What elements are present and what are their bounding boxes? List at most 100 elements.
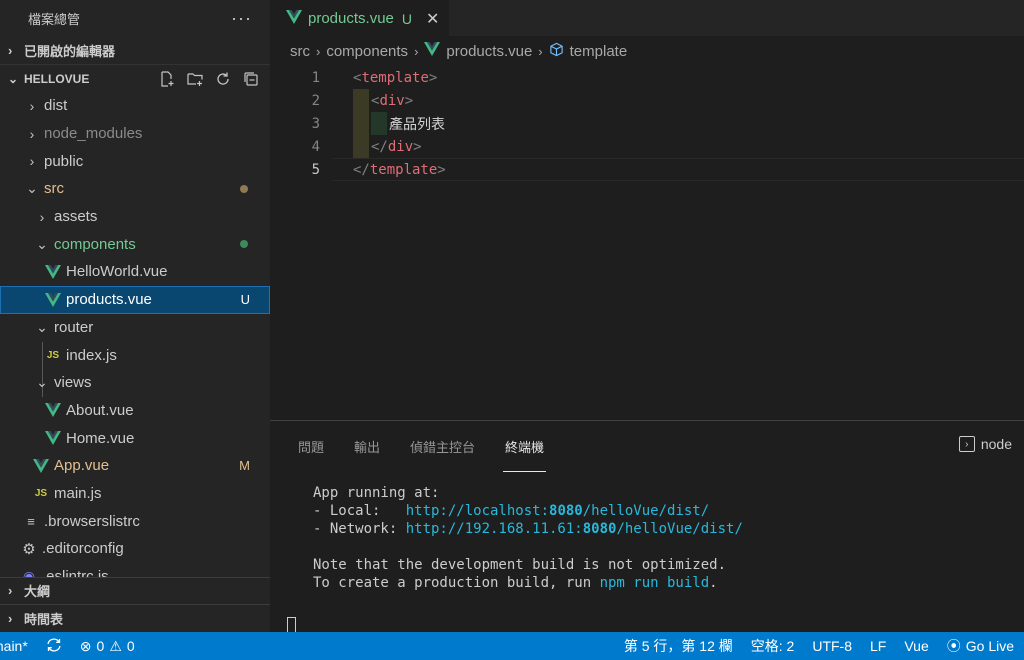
new-file-icon[interactable] [158,70,176,88]
cursor-position[interactable]: 第 5 行，第 12 欄 [624,636,733,656]
problems-summary[interactable]: ⊗ 0 ⚠ 0 [80,638,135,655]
outline-section[interactable]: › 大綱 [0,577,270,603]
tree-item-label: .browserslistrc [44,512,140,530]
untracked-dot [240,240,248,249]
tab-products-vue[interactable]: products.vue U ✕ [270,0,450,36]
tree-item-label: router [54,318,94,336]
terminal-line: App running at: [313,485,440,501]
vue-file-icon [44,264,62,279]
tree-item-app-vue[interactable]: App.vue M [0,452,270,480]
tree-item-label: About.vue [66,401,134,419]
chevron-right-icon: › [316,43,321,59]
language-mode[interactable]: Vue [904,638,928,654]
chevron-down-icon: ⌄ [26,180,38,197]
tree-item-assets[interactable]: › assets [0,203,270,231]
chevron-right-icon: › [8,611,13,626]
breadcrumb-item[interactable]: template [570,43,628,60]
tree-item-label: Home.vue [66,429,135,447]
collapse-all-icon[interactable] [242,70,260,88]
project-section[interactable]: ⌄ HELLOVUE [0,64,270,92]
chevron-right-icon: › [29,153,35,170]
tree-item-editorconfig[interactable]: ⚙ .editorconfig [0,535,270,563]
tree-item-home[interactable]: Home.vue [0,424,270,452]
line-number: 4 [311,138,320,155]
go-live-button[interactable]: ⦿ Go Live [947,636,1014,656]
code-tag: template [369,161,438,178]
tree-item-node-modules[interactable]: › node_modules [0,120,270,148]
broadcast-icon: ⦿ [946,638,961,654]
terminal-line: - Local: http://localhost:8080/helloVue/… [313,503,1024,521]
explorer-header: 檔案總管 ··· [0,0,270,36]
chevron-right-icon: › [538,43,543,59]
tree-item-dist[interactable]: › dist [0,92,270,120]
sync-button[interactable] [46,638,62,655]
chevron-right-icon: › [414,43,419,59]
tree-item-label: components [54,235,136,253]
tab-terminal[interactable]: 終端機 [503,437,547,472]
command-text: npm run build [599,575,710,591]
js-file-icon: JS [34,487,48,499]
tree-item-main-js[interactable]: JS main.js [0,480,270,508]
git-status-badge: M [239,458,250,474]
terminal-output[interactable]: App running at: - Local: http://localhos… [270,471,1024,634]
editor-tabs: products.vue U ✕ [270,0,1024,36]
panel-tabs: 問題 輸出 偵錯主控台 終端機 › node [270,421,1024,472]
breadcrumb-item[interactable]: components [326,43,408,60]
terminal-line: Note that the development build is not o… [313,557,727,573]
chevron-down-icon: ⌄ [36,318,48,335]
terminal-text: To create a production build, run [313,575,600,591]
sync-icon [46,638,62,655]
code-tag: template [361,69,429,86]
tab-git-status: U [401,10,413,27]
tab-debug-console[interactable]: 偵錯主控台 [410,437,475,456]
more-actions-button[interactable]: ··· [231,8,252,29]
timeline-section[interactable]: › 時間表 [0,604,270,632]
tab-output[interactable]: 輸出 [354,437,380,456]
git-status-badge: U [240,292,250,308]
tree-item-components[interactable]: ⌄ components [0,230,270,258]
tree-item-public[interactable]: › public [0,147,270,175]
end-of-line[interactable]: LF [870,638,886,654]
code-line: 4 </div> [270,135,1024,158]
tree-item-label: App.vue [54,457,110,475]
code-editor[interactable]: 1 <template> 2 <div> 3 產品列表 4 </div> 5 <… [270,66,1024,181]
vue-file-icon [32,458,50,473]
chevron-down-icon: ⌄ [36,235,48,252]
chevron-down-icon: ⌄ [36,374,48,391]
tab-problems[interactable]: 問題 [298,437,324,456]
tree-item-index-js[interactable]: JS index.js [0,341,270,369]
tree-item-browserslistrc[interactable]: ≡ .browserslistrc [0,507,270,535]
project-name: HELLOVUE [24,71,90,86]
tree-item-label: main.js [54,484,102,502]
git-branch[interactable]: main* [0,638,28,654]
file-tree: › dist › node_modules › public ⌄ src › a… [0,92,270,590]
breadcrumb-item[interactable]: src [290,43,310,60]
terminal-selector[interactable]: › node [958,436,1012,452]
tree-item-label: node_modules [44,125,143,143]
vue-file-icon [286,9,302,28]
new-folder-icon[interactable] [186,70,204,88]
open-editors-section[interactable]: › 已開啟的編輯器 [0,36,270,64]
close-icon[interactable]: ✕ [426,9,439,29]
tree-item-label: index.js [66,346,117,364]
tree-item-helloworld[interactable]: HelloWorld.vue [0,258,270,286]
warning-count: 0 [126,638,135,654]
terminal-prompt [287,611,1024,634]
tree-item-products[interactable]: products.vue U [0,285,270,314]
breadcrumb-item[interactable]: products.vue [446,43,532,60]
bottom-panel: 問題 輸出 偵錯主控台 終端機 › node App running at: -… [270,420,1024,634]
terminal-text: . [709,575,718,591]
indentation[interactable]: 空格: 2 [751,636,795,656]
tree-item-src[interactable]: ⌄ src [0,175,270,203]
url-part: /helloVue/dist/ [616,521,743,537]
encoding[interactable]: UTF-8 [812,638,852,654]
tree-item-label: .editorconfig [42,540,124,558]
tree-item-views[interactable]: ⌄ views [0,369,270,397]
tree-item-about[interactable]: About.vue [0,397,270,425]
open-editors-label: 已開啟的編輯器 [24,43,116,59]
tree-item-router[interactable]: ⌄ router [0,314,270,342]
refresh-icon[interactable] [214,70,232,88]
network-url[interactable]: http://192.168.11.61:8080/helloVue/dist/ [406,521,743,537]
local-url[interactable]: http://localhost:8080/helloVue/dist/ [406,503,709,519]
